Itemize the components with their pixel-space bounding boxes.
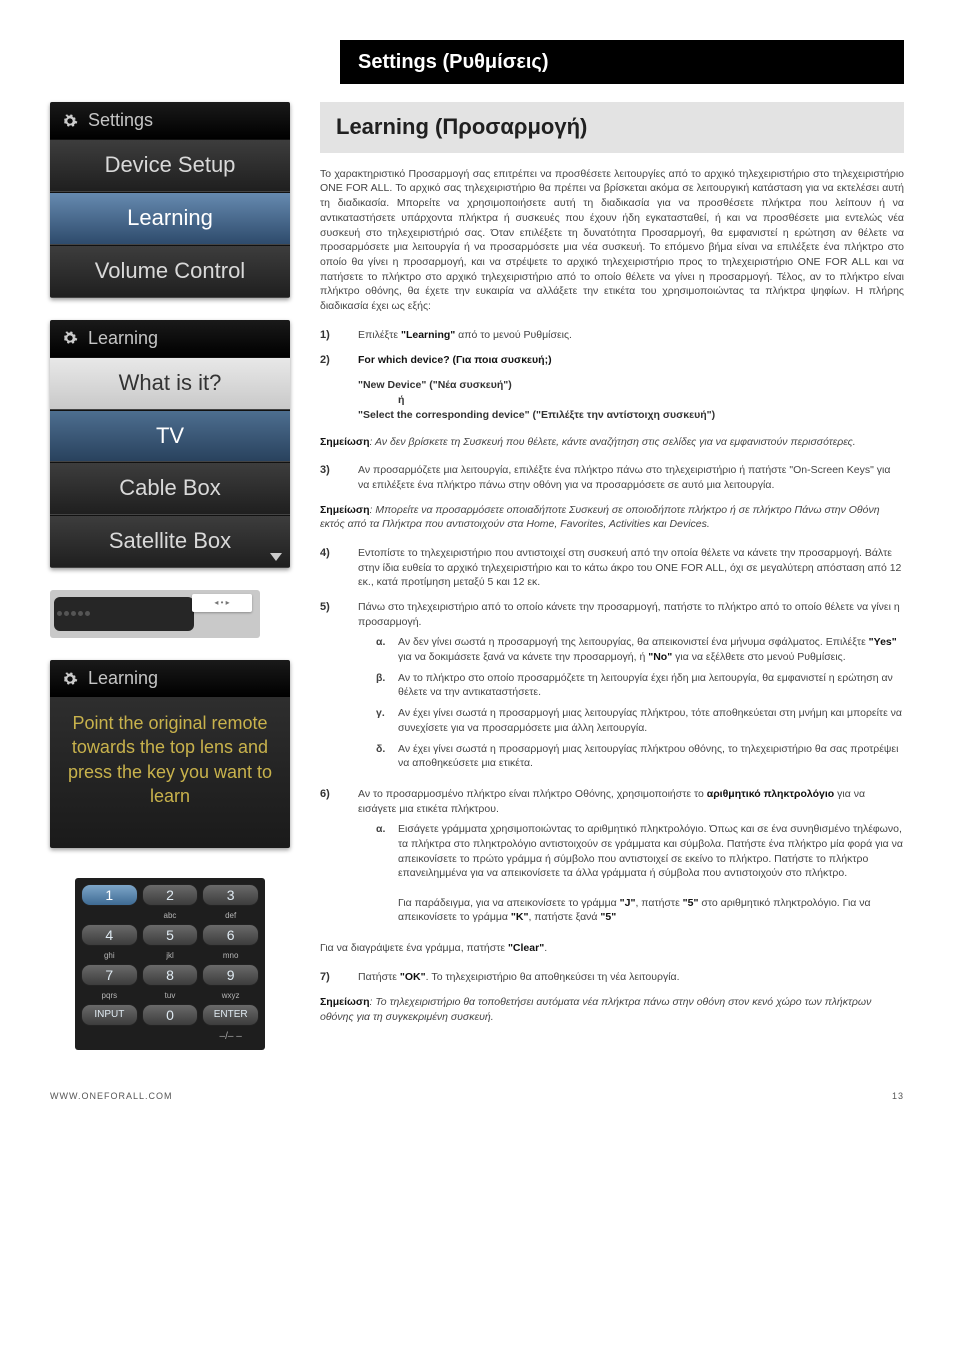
step-2-options: "New Device" ("Νέα συσκευή") ή "Select t… [358,378,904,422]
step-4: 4) Εντοπίστε το τηλεχειριστήριο που αντι… [320,546,904,590]
remote-body [54,597,194,631]
key-1[interactable]: 1 [81,884,138,906]
sub-7: pqrs [81,990,138,1000]
note-2: Σημείωση: Μπορείτε να προσαρμόσετε οποια… [320,503,904,532]
key-4[interactable]: 4 [81,924,138,946]
key-0[interactable]: 0 [142,1004,199,1026]
key-input[interactable]: INPUT [81,1004,138,1026]
delete-letter: Για να διαγράψετε ένα γράμμα, πατήστε "C… [320,941,904,956]
right-column: Learning (Προσαρμογή) Το χαρακτηριστικό … [320,102,904,1050]
sub-2: abc [142,910,199,920]
remote-illustration: ◂ • ▸ [50,590,260,638]
step-3-num: 3) [320,463,338,492]
step-5d: δ.Αν έχει γίνει σωστά η προσαρμογή μιας … [376,742,904,771]
section-title: Learning (Προσαρμογή) [320,102,904,153]
remote-tag: ◂ • ▸ [192,594,252,612]
panel-learning-header: Learning [50,320,290,357]
step-6-num: 6) [320,787,338,931]
step-6: 6) Αν το προσαρμοσμένο πλήκτρο είναι πλή… [320,787,904,931]
key-3[interactable]: 3 [202,884,259,906]
key-dash: –/– – [202,1030,259,1044]
panel-settings-header: Settings [50,102,290,139]
page-number: 13 [892,1090,904,1103]
step-5: 5) Πάνω στο τηλεχειριστήριο από το οποίο… [320,600,904,777]
step-1-num: 1) [320,328,338,343]
panel-instructions-title: Learning [88,666,158,691]
row-what-is-it[interactable]: What is it? [50,357,290,410]
panel-learning-title: Learning [88,326,158,351]
header-band: Settings (Ρυθμίσεις) [340,40,904,84]
sub-3: def [202,910,259,920]
sub-5: jkl [142,950,199,960]
sub-8: tuv [142,990,199,1000]
step-2-num: 2) [320,353,338,368]
step-5-num: 5) [320,600,338,777]
step-7-num: 7) [320,970,338,985]
step-7: 7) Πατήστε "OK". Το τηλεχειριστήριο θα α… [320,970,904,985]
step-5c: γ.Αν έχει γίνει σωστά η προσαρμογή μιας … [376,706,904,735]
step-2: 2) For which device? (Για ποια συσκευή;) [320,353,904,368]
panel-settings-title: Settings [88,108,153,133]
gear-icon [62,671,78,687]
learning-instruction-text: Point the original remote towards the to… [50,697,290,848]
note-1: Σημείωση: Αν δεν βρίσκετε τη Συσκευή που… [320,435,904,450]
key-enter[interactable]: ENTER [202,1004,259,1026]
sub-4: ghi [81,950,138,960]
row-tv[interactable]: TV [50,410,290,463]
sub-1 [81,910,138,920]
row-cable-box[interactable]: Cable Box [50,462,290,515]
step-6a: α. Εισάγετε γράμματα χρησιμοποιώντας το … [376,822,904,925]
row-volume-control[interactable]: Volume Control [50,245,290,298]
panel-instructions-header: Learning [50,660,290,697]
step-1: 1) Επιλέξτε "Learning" από το μενού Ρυθμ… [320,328,904,343]
step-5b: β.Αν το πλήκτρο στο οποίο προσαρμόζετε τ… [376,671,904,700]
step-4-num: 4) [320,546,338,590]
panel-learning-instructions: Learning Point the original remote towar… [50,660,290,848]
key-5[interactable]: 5 [142,924,199,946]
gear-icon [62,330,78,346]
row-device-setup[interactable]: Device Setup [50,139,290,192]
key-9[interactable]: 9 [202,964,259,986]
chevron-down-icon [270,553,282,561]
key-6[interactable]: 6 [202,924,259,946]
step-5a: α.Αν δεν γίνει σωστά η προσαρμογή της λε… [376,635,904,664]
row-satellite-box[interactable]: Satellite Box [50,515,290,568]
gear-icon [62,113,78,129]
note-3: Σημείωση: Το τηλεχειριστήριο θα τοποθετή… [320,995,904,1024]
section-title-text: Learning (Προσαρμογή) [336,112,888,143]
panel-settings: Settings Device Setup Learning Volume Co… [50,102,290,298]
footer-url: WWW.ONEFORALL.COM [50,1090,173,1103]
left-column: Settings Device Setup Learning Volume Co… [50,102,290,1050]
key-2[interactable]: 2 [142,884,199,906]
key-8[interactable]: 8 [142,964,199,986]
numeric-keypad: 1 2 3 abc def 4 5 6 ghi jkl mno 7 8 9 pq… [75,878,265,1050]
sub-9: wxyz [202,990,259,1000]
row-learning[interactable]: Learning [50,192,290,245]
panel-learning-devices: Learning What is it? TV Cable Box Satell… [50,320,290,568]
intro-paragraph: Το χαρακτηριστικό Προσαρμογή σας επιτρέπ… [320,167,904,314]
footer: WWW.ONEFORALL.COM 13 [50,1090,904,1103]
step-3: 3) Αν προσαρμόζετε μια λειτουργία, επιλέ… [320,463,904,492]
key-7[interactable]: 7 [81,964,138,986]
sub-6: mno [202,950,259,960]
